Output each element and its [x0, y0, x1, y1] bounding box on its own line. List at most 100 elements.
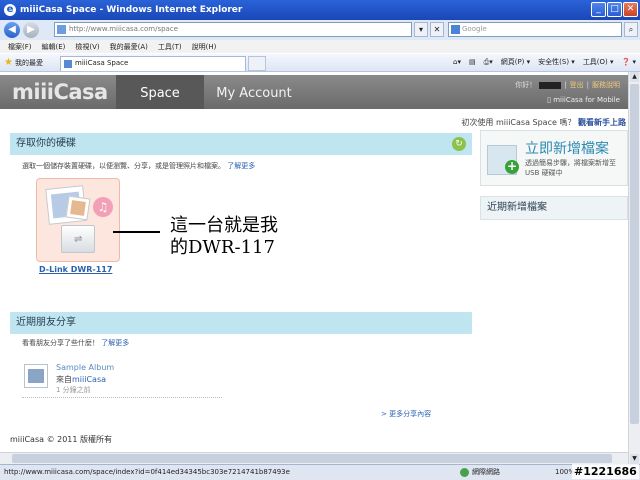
album-from: 來自miiiCasa — [56, 374, 106, 385]
more-shares-link[interactable]: > 更多分享內容 — [381, 409, 431, 419]
annotation-line — [113, 231, 160, 233]
favorites-row: ★ 我的最愛 miiiCasa Space ⌂▾ ▤ ⎙▾ 網頁(P) ▾ 安全… — [0, 54, 640, 72]
browser-tab[interactable]: miiiCasa Space — [60, 56, 246, 71]
page-menu[interactable]: 網頁(P) ▾ — [501, 57, 530, 67]
address-input[interactable]: http://www.miiicasa.com/space — [54, 22, 412, 37]
menu-tools[interactable]: 工具(T) — [158, 42, 182, 52]
ie-icon: e — [4, 4, 16, 16]
tab-space[interactable]: Space — [116, 75, 204, 109]
address-dropdown-button[interactable]: ▾ — [414, 22, 428, 37]
window-controls: _ □ ✕ — [591, 2, 638, 17]
scroll-up-arrow[interactable]: ▲ — [630, 72, 639, 82]
add-file-icon: + — [487, 145, 519, 175]
vertical-scrollbar[interactable]: ▲ ▼ — [628, 72, 640, 464]
quick-add-description: 透過簡易步驟，將檔案新增至 USB 硬碟中 — [525, 159, 616, 177]
page-icon — [57, 25, 66, 34]
status-bar: http://www.miiicasa.com/space/index?id=0… — [0, 464, 640, 480]
quick-add-panel[interactable]: + 立即新增檔案 透過簡易步驟，將檔案新增至 USB 硬碟中 — [480, 130, 628, 186]
recent-added-header: 近期新增檔案 — [480, 196, 628, 220]
album-source-link[interactable]: miiiCasa — [72, 375, 106, 384]
storage-section-header: 存取你的硬碟 ↻ — [10, 133, 472, 155]
menu-file[interactable]: 檔案(F) — [8, 42, 32, 52]
annotation-line-2: 的DWR-117 — [170, 237, 275, 258]
zone-label: 網際網路 — [472, 468, 500, 476]
new-tab-button[interactable] — [248, 56, 266, 71]
friends-learn-more-link[interactable]: 了解更多 — [101, 339, 129, 347]
device-illustration: ♫ ⇌ — [43, 185, 113, 255]
menu-view[interactable]: 檢視(V) — [75, 42, 99, 52]
security-zone: 網際網路 — [460, 465, 500, 480]
star-icon: ★ — [4, 57, 13, 68]
horizontal-scrollbar[interactable] — [0, 452, 628, 464]
storage-learn-more-link[interactable]: 了解更多 — [227, 162, 255, 170]
storage-description: 選取一個儲存裝置硬碟，以便瀏覽、分享，或是管理照片和檔案。 了解更多 — [22, 161, 255, 171]
close-button[interactable]: ✕ — [623, 2, 638, 17]
scroll-down-arrow[interactable]: ▼ — [630, 454, 639, 464]
help-menu[interactable]: ❓ ▾ — [622, 58, 636, 66]
device-card[interactable]: ♫ ⇌ — [36, 178, 120, 262]
friends-desc-text: 看看朋友分享了些什麼！ — [22, 339, 99, 347]
menubar: 檔案(F) 編輯(E) 檢視(V) 我的最愛(A) 工具(T) 說明(H) — [0, 40, 640, 53]
safety-menu[interactable]: 安全性(S) ▾ — [538, 57, 575, 67]
feeds-icon[interactable]: ▤ — [469, 58, 476, 66]
tour-link[interactable]: 觀看新手上路 — [578, 118, 626, 127]
greeting: 你好！ — [515, 81, 537, 89]
site-header: miiiCasa Space My Account 你好！ | 登出 | 服務說… — [0, 75, 628, 109]
first-time-text: 初次使用 miiiCasa Space 嗎？ — [461, 118, 576, 127]
album-from-label: 來自 — [56, 375, 72, 384]
window-titlebar: e miiiCasa Space - Windows Internet Expl… — [0, 0, 640, 20]
friends-section-header: 近期朋友分享 — [10, 312, 472, 334]
stop-button[interactable]: ✕ — [430, 22, 444, 37]
home-icon[interactable]: ⌂▾ — [453, 58, 461, 66]
mobile-label: miiiCasa for Mobile — [553, 96, 620, 104]
user-bar: 你好！ | 登出 | 服務說明 — [515, 80, 620, 90]
window-title: miiiCasa Space - Windows Internet Explor… — [20, 5, 243, 15]
friends-heading: 近期朋友分享 — [16, 317, 76, 328]
first-time-bar: 初次使用 miiiCasa Space 嗎？ 觀看新手上路 — [461, 117, 626, 128]
maximize-button[interactable]: □ — [607, 2, 622, 17]
forward-button[interactable]: ▶ — [23, 22, 39, 38]
status-url: http://www.miiicasa.com/space/index?id=0… — [4, 468, 290, 476]
menu-favorites[interactable]: 我的最愛(A) — [110, 42, 148, 52]
menu-edit[interactable]: 編輯(E) — [42, 42, 66, 52]
storage-desc-text: 選取一個儲存裝置硬碟，以便瀏覽、分享，或是管理照片和檔案。 — [22, 162, 225, 170]
tab-my-account[interactable]: My Account — [204, 75, 304, 109]
tab-icon — [64, 60, 72, 68]
usb-drive-icon: ⇌ — [61, 225, 95, 253]
tab-title: miiiCasa Space — [75, 59, 129, 67]
search-input[interactable]: Google — [448, 22, 622, 37]
scroll-thumb[interactable] — [630, 84, 639, 424]
favorites-label: 我的最愛 — [14, 58, 43, 67]
device-name-link[interactable]: D-Link DWR-117 — [39, 265, 112, 274]
command-bar: ⌂▾ ▤ ⎙▾ 網頁(P) ▾ 安全性(S) ▾ 工具(O) ▾ ❓ ▾ — [453, 57, 636, 67]
username-redacted — [539, 81, 562, 89]
friends-description: 看看朋友分享了些什麼！ 了解更多 — [22, 338, 129, 348]
site-logo[interactable]: miiiCasa — [12, 80, 108, 104]
logout-link[interactable]: 登出 — [570, 80, 584, 90]
album-time: 1 分鐘之前 — [56, 386, 91, 394]
print-icon[interactable]: ⎙▾ — [484, 58, 493, 67]
storage-heading: 存取你的硬碟 — [16, 138, 76, 149]
annotation-text: 這一台就是我 的DWR-117 — [170, 215, 278, 259]
menu-help[interactable]: 說明(H) — [192, 42, 217, 52]
divider — [22, 397, 222, 398]
minimize-button[interactable]: _ — [591, 2, 606, 17]
google-icon — [451, 25, 460, 34]
favorites-button[interactable]: ★ 我的最愛 — [4, 57, 43, 68]
footer-copyright: miiiCasa © 2011 版權所有 — [10, 435, 113, 444]
search-placeholder: Google — [462, 25, 487, 33]
music-note-icon: ♫ — [93, 197, 113, 217]
hscroll-thumb[interactable] — [12, 454, 612, 463]
album-thumbnail[interactable] — [24, 364, 48, 388]
quick-add-title[interactable]: 立即新增檔案 — [525, 138, 609, 158]
watermark: #1221686 — [572, 464, 639, 479]
annotation-line-1: 這一台就是我 — [170, 215, 278, 236]
help-link[interactable]: 服務說明 — [592, 80, 620, 90]
back-button[interactable]: ◀ — [4, 22, 20, 38]
mobile-link[interactable]: ▯ miiiCasa for Mobile — [547, 96, 620, 104]
search-button[interactable]: ⌕ — [624, 22, 638, 37]
tools-menu[interactable]: 工具(O) ▾ — [583, 57, 614, 67]
address-url: http://www.miiicasa.com/space — [69, 25, 178, 33]
refresh-icon[interactable]: ↻ — [452, 137, 466, 151]
album-title[interactable]: Sample Album — [56, 363, 114, 372]
